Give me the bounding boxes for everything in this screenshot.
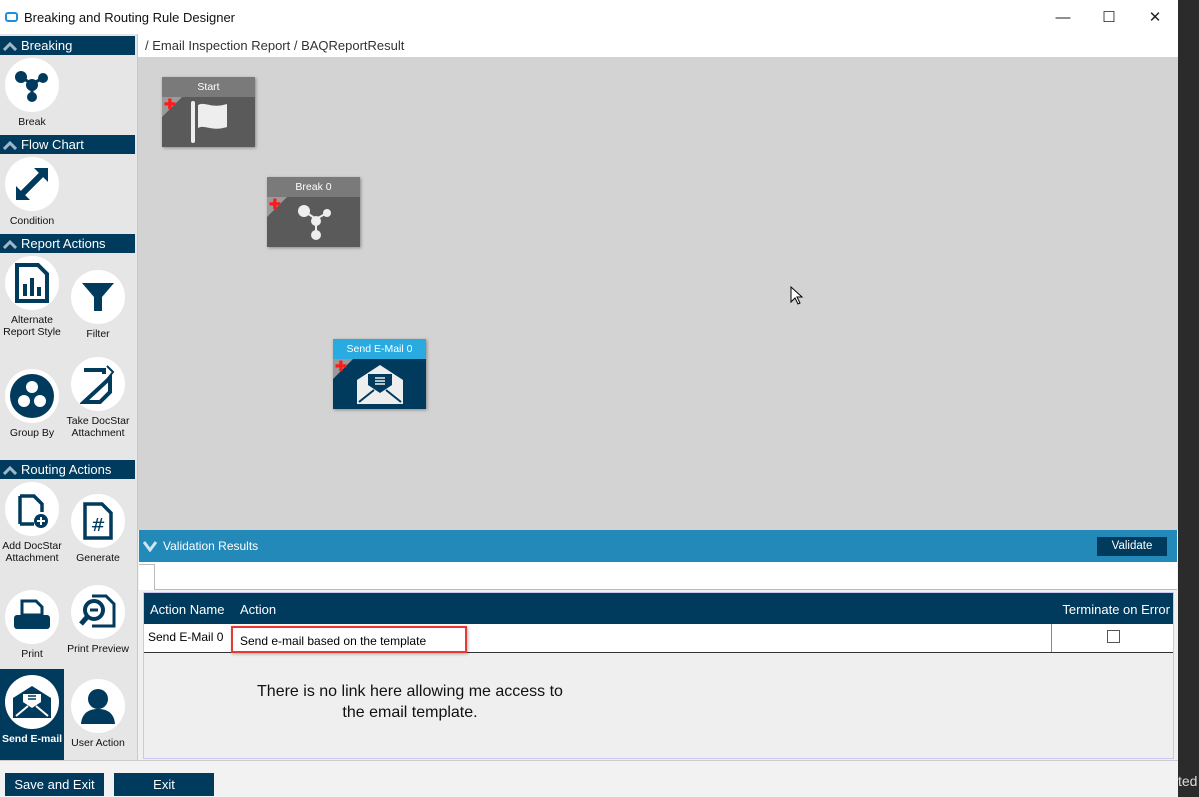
toolbox-sidebar: Breaking Break Flow Chart Condition Repo… [0, 34, 138, 760]
title-bar: Breaking and Routing Rule Designer — ☐ ✕ [0, 0, 1178, 34]
exit-button[interactable]: Exit [114, 773, 214, 796]
tool-take-docstar-attachment[interactable]: Take DocStar Attachment [66, 357, 130, 439]
tool-filter[interactable]: Filter [66, 270, 130, 340]
column-terminate-on-error[interactable]: Terminate on Error [1062, 602, 1170, 617]
envelope-icon [13, 686, 51, 718]
tool-label: Print [21, 648, 43, 660]
envelope-icon [356, 365, 403, 404]
tool-alternate-report-style[interactable]: Alternate Report Style [0, 256, 64, 338]
node-title: Break 0 [267, 177, 360, 197]
mouse-cursor-icon [790, 286, 804, 305]
tool-print-preview[interactable]: Print Preview [66, 585, 130, 655]
add-attachment-icon [18, 494, 48, 528]
chevron-down-icon [143, 541, 157, 552]
section-breaking[interactable]: Breaking [0, 36, 135, 55]
annotation-note: There is no link here allowing me access… [257, 683, 563, 721]
node-start[interactable]: Start ✚ [162, 77, 255, 147]
cell-action[interactable]: Send e-mail based on the template [231, 626, 467, 653]
tool-condition[interactable]: Condition [0, 157, 64, 227]
printer-icon [14, 599, 50, 629]
close-button[interactable]: ✕ [1132, 0, 1178, 34]
chevron-up-icon [3, 140, 17, 150]
node-send-email[interactable]: Send E-Mail 0 ✚ [333, 339, 426, 409]
chevron-up-icon [3, 239, 17, 249]
window-title: Breaking and Routing Rule Designer [24, 9, 236, 25]
tool-print[interactable]: Print [0, 590, 64, 660]
validation-title: Validation Results [163, 539, 259, 553]
group-by-icon [10, 374, 54, 418]
validate-button[interactable]: Validate [1097, 537, 1167, 556]
tool-label: Print Preview [67, 643, 129, 655]
tool-group-by[interactable]: Group By [0, 369, 64, 439]
tool-label: Group By [9, 427, 55, 439]
column-action-name[interactable]: Action Name [150, 602, 224, 617]
user-icon [81, 689, 115, 724]
tool-label: Alternate Report Style [3, 314, 61, 338]
tool-label: Generate [76, 552, 120, 564]
add-icon[interactable]: ✚ [164, 96, 176, 113]
tool-label: Filter [86, 328, 110, 340]
tool-label: Condition [9, 215, 55, 227]
filter-icon [82, 283, 114, 311]
results-tab-strip [139, 562, 1177, 591]
cell-action-name: Send E-Mail 0 [148, 630, 224, 644]
minimize-button[interactable]: — [1040, 0, 1086, 34]
tool-label: Send E-mail [1, 733, 63, 745]
tool-label: Add DocStar Attachment [2, 540, 62, 564]
tool-label: Break [18, 116, 46, 128]
tool-send-email[interactable]: Send E-mail [0, 669, 64, 760]
print-preview-icon [79, 594, 116, 628]
tool-label: User Action [71, 737, 125, 749]
tool-add-docstar-attachment[interactable]: Add DocStar Attachment [0, 482, 64, 564]
generate-document-icon: # [83, 502, 113, 540]
validation-results-header[interactable]: Validation Results Validate [139, 530, 1177, 562]
tool-label: Take DocStar Attachment [66, 415, 130, 439]
app-icon [5, 12, 18, 22]
report-style-icon [15, 263, 49, 303]
section-report-actions[interactable]: Report Actions [0, 234, 135, 253]
footer-bar: Save and Exit Exit [0, 760, 1178, 797]
save-and-exit-button[interactable]: Save and Exit [5, 773, 104, 796]
rule-designer-window: Breaking and Routing Rule Designer — ☐ ✕… [0, 0, 1178, 797]
breadcrumb: / Email Inspection Report / BAQReportRes… [138, 34, 1178, 57]
section-label: Flow Chart [21, 137, 84, 152]
section-label: Breaking [21, 38, 73, 53]
table-row[interactable]: Send E-Mail 0 Send e-mail based on the t… [144, 624, 1173, 653]
section-label: Routing Actions [21, 462, 112, 477]
tool-user-action[interactable]: User Action [66, 679, 130, 749]
background-window-text: ted [1178, 773, 1198, 789]
design-canvas[interactable]: Start ✚ Break 0 ✚ Send E-Mail 0 ✚ [138, 57, 1178, 530]
flag-icon [190, 101, 227, 143]
validation-grid: Action Name Action Terminate on Error Se… [143, 592, 1174, 759]
column-action[interactable]: Action [240, 602, 276, 617]
add-icon[interactable]: ✚ [335, 358, 347, 375]
node-title: Send E-Mail 0 [333, 339, 426, 359]
svg-text:#: # [90, 515, 105, 536]
node-title: Start [162, 77, 255, 97]
grid-header: Action Name Action Terminate on Error [144, 593, 1173, 624]
section-flow-chart[interactable]: Flow Chart [0, 135, 135, 154]
node-break[interactable]: Break 0 ✚ [267, 177, 360, 247]
results-tab[interactable] [139, 564, 155, 591]
tool-generate[interactable]: # Generate [66, 494, 130, 564]
attachment-icon [80, 365, 115, 404]
maximize-button[interactable]: ☐ [1086, 0, 1132, 34]
chevron-up-icon [3, 41, 17, 51]
terminate-on-error-checkbox[interactable] [1107, 630, 1120, 643]
chevron-up-icon [3, 465, 17, 475]
section-label: Report Actions [21, 236, 106, 251]
break-icon [297, 205, 331, 240]
condition-icon [16, 168, 48, 200]
break-icon [15, 71, 48, 102]
section-routing-actions[interactable]: Routing Actions [0, 460, 135, 479]
tool-break[interactable]: Break [0, 58, 64, 128]
add-icon[interactable]: ✚ [269, 196, 281, 213]
